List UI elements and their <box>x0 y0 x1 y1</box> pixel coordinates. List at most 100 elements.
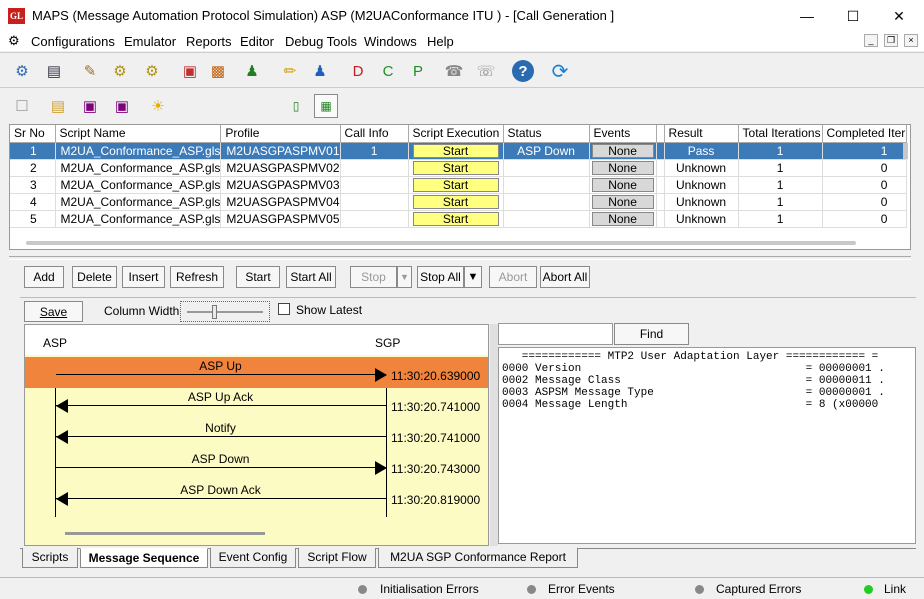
start-cell-button[interactable]: Start <box>412 160 499 175</box>
mdi-child-icon[interactable]: ⚙ <box>8 33 20 49</box>
init-errors-label[interactable]: Initialisation Errors <box>380 582 479 596</box>
start-cell-button[interactable]: Start <box>412 211 499 226</box>
document-d-icon[interactable]: D <box>346 59 370 83</box>
mdi-minimize-icon[interactable]: _ <box>864 34 878 47</box>
cell-profile: M2UASGPASPMV03 <box>220 176 341 194</box>
mdi-close-icon[interactable]: × <box>904 34 918 47</box>
menu-emulator[interactable]: Emulator <box>124 34 176 49</box>
menu-editor[interactable]: Editor <box>240 34 274 49</box>
events-cell-button[interactable]: None <box>591 143 654 158</box>
col-completed-iter[interactable]: Completed Iter <box>822 125 907 143</box>
col-profile[interactable]: Profile <box>220 125 341 143</box>
menu-configurations[interactable]: Configurations <box>31 34 115 49</box>
settings-gears-icon[interactable]: ⚙ <box>108 59 132 83</box>
find-input[interactable] <box>498 323 613 345</box>
table-row[interactable]: 1 M2UA_Conformance_ASP.gls M2UASGPASPMV0… <box>10 142 907 160</box>
table-row[interactable]: 3 M2UA_Conformance_ASP.gls M2UASGPASPMV0… <box>10 176 907 194</box>
stop-all-button[interactable]: Stop All <box>417 266 464 288</box>
menu-reports[interactable]: Reports <box>186 34 232 49</box>
save-as-icon[interactable]: ▣ <box>110 94 134 118</box>
close-icon[interactable]: ✕ <box>876 4 922 28</box>
script-edit-icon[interactable]: ✎ <box>78 59 102 83</box>
abort-all-button[interactable]: Abort All <box>540 266 590 288</box>
stop-dropdown-icon[interactable]: ▼ <box>397 266 412 288</box>
user-edit-icon[interactable]: ♟ <box>308 59 332 83</box>
maximize-icon[interactable]: ☐ <box>830 4 876 28</box>
pencil-check-icon[interactable]: ✏ <box>278 59 302 83</box>
profile-book-icon[interactable]: ▤ <box>42 59 66 83</box>
document-p-icon[interactable]: P <box>406 59 430 83</box>
table-row[interactable]: 4 M2UA_Conformance_ASP.gls M2UASGPASPMV0… <box>10 193 907 211</box>
sequence-message[interactable]: Notify 11:30:20.741000 <box>25 419 488 450</box>
slider-thumb[interactable] <box>212 305 217 319</box>
user-lock-icon[interactable]: ♟ <box>240 59 264 83</box>
open-folder-icon[interactable]: ▤ <box>46 94 70 118</box>
start-button[interactable]: Start <box>236 266 280 288</box>
tab-m2ua-sgp-conformance-report[interactable]: M2UA SGP Conformance Report <box>378 548 578 568</box>
stop-all-dropdown-icon[interactable]: ▼ <box>464 266 482 288</box>
events-cell-button[interactable]: None <box>591 211 654 226</box>
captured-errors-label[interactable]: Captured Errors <box>716 582 801 596</box>
menu-windows[interactable]: Windows <box>364 34 417 49</box>
grid-horizontal-scrollbar[interactable] <box>26 241 856 245</box>
phone-out-icon[interactable]: ☏ <box>474 59 498 83</box>
events-cell-button[interactable]: None <box>591 177 654 192</box>
find-button[interactable]: Find <box>614 323 689 345</box>
sequence-message[interactable]: ASP Up 11:30:20.639000 <box>25 357 488 388</box>
start-cell-button[interactable]: Start <box>412 143 499 158</box>
save-button[interactable]: Save <box>24 301 83 322</box>
help-icon[interactable]: ? <box>512 60 534 82</box>
delete-button[interactable]: Delete <box>72 266 117 288</box>
col-events[interactable]: Events <box>589 125 657 143</box>
minimize-icon[interactable]: — <box>784 4 830 28</box>
new-file-icon[interactable]: ☐ <box>10 94 34 118</box>
sequence-message[interactable]: ASP Down Ack 11:30:20.819000 <box>25 481 488 512</box>
table-row[interactable]: 5 M2UA_Conformance_ASP.gls M2UASGPASPMV0… <box>10 210 907 228</box>
insert-button[interactable]: Insert <box>122 266 165 288</box>
vertical-layout-icon[interactable]: ▯ <box>284 94 308 118</box>
tree-layout-icon[interactable]: ▦ <box>314 94 338 118</box>
col-script-execution[interactable]: Script Execution <box>408 125 504 143</box>
tab-message-sequence[interactable]: Message Sequence <box>80 548 208 568</box>
table-row[interactable]: 2 M2UA_Conformance_ASP.gls M2UASGPASPMV0… <box>10 159 907 177</box>
document-c-icon[interactable]: C <box>376 59 400 83</box>
events-cell-button[interactable]: None <box>591 194 654 209</box>
refresh-icon[interactable]: ⟳ <box>548 59 572 83</box>
start-cell-button[interactable]: Start <box>412 177 499 192</box>
abort-button[interactable]: Abort <box>489 266 537 288</box>
splitter[interactable] <box>9 256 911 260</box>
config-gear-icon[interactable]: ⚙ <box>10 59 34 83</box>
events-cell-button[interactable]: None <box>591 160 654 175</box>
error-events-label[interactable]: Error Events <box>548 582 615 596</box>
col-script-name[interactable]: Script Name <box>55 125 222 143</box>
stop-button[interactable]: Stop <box>350 266 397 288</box>
refresh-button[interactable]: Refresh <box>170 266 224 288</box>
mdi-restore-icon[interactable]: ❐ <box>884 34 898 47</box>
tab-scripts[interactable]: Scripts <box>22 548 78 568</box>
menu-debug-tools[interactable]: Debug Tools <box>285 34 357 49</box>
save-disk-icon[interactable]: ▣ <box>78 94 102 118</box>
books-icon[interactable]: ▣ <box>178 59 202 83</box>
sequence-horizontal-scrollbar[interactable] <box>65 532 265 535</box>
briefcase-icon[interactable]: ▩ <box>206 59 230 83</box>
bulb-icon[interactable]: ☀ <box>146 94 170 118</box>
show-latest-checkbox[interactable] <box>278 303 290 315</box>
add-button[interactable]: Add <box>24 266 64 288</box>
sequence-message[interactable]: ASP Up Ack 11:30:20.741000 <box>25 388 488 419</box>
tab-event-config[interactable]: Event Config <box>210 548 296 568</box>
menu-help[interactable]: Help <box>427 34 454 49</box>
col-result[interactable]: Result <box>664 125 739 143</box>
grid-vertical-scrollbar[interactable] <box>903 143 908 159</box>
phone-in-icon[interactable]: ☎ <box>442 59 466 83</box>
col-call-info[interactable]: Call Info <box>340 125 409 143</box>
col-total-iterations[interactable]: Total Iterations <box>738 125 823 143</box>
col-sr-no[interactable]: Sr No <box>10 125 56 143</box>
tab-script-flow[interactable]: Script Flow <box>298 548 376 568</box>
advanced-gears-icon[interactable]: ⚙ <box>140 59 164 83</box>
start-cell-button[interactable]: Start <box>412 194 499 209</box>
start-all-button[interactable]: Start All <box>286 266 336 288</box>
column-width-slider[interactable] <box>180 301 270 322</box>
col-status[interactable]: Status <box>503 125 590 143</box>
sequence-message[interactable]: ASP Down 11:30:20.743000 <box>25 450 488 481</box>
pane-splitter[interactable] <box>490 324 498 546</box>
